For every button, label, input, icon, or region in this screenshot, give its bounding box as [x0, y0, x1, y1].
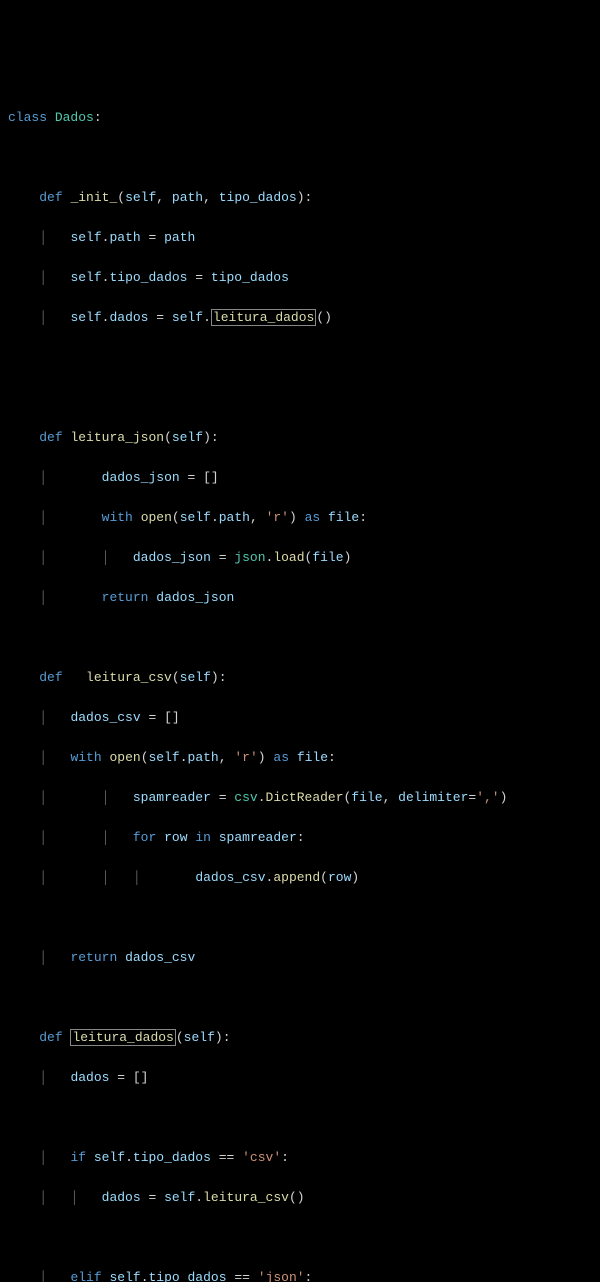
code-line	[8, 1228, 592, 1248]
code-line: │ with open(self.path, 'r') as file:	[8, 748, 592, 768]
code-line	[8, 908, 592, 928]
code-line: class Dados:	[8, 108, 592, 128]
code-line	[8, 348, 592, 368]
code-editor[interactable]: class Dados: def _init_(self, path, tipo…	[8, 88, 592, 1282]
code-line: │ dados_json = []	[8, 468, 592, 488]
code-line	[8, 628, 592, 648]
method-init: _init_	[70, 190, 117, 205]
method-leitura-csv: leitura_csv	[86, 670, 172, 685]
code-line: │ │ dados_json = json.load(file)	[8, 548, 592, 568]
code-line	[8, 148, 592, 168]
code-line: def _init_(self, path, tipo_dados):	[8, 188, 592, 208]
code-line: def leitura_json(self):	[8, 428, 592, 448]
code-line: def leitura_dados(self):	[8, 1028, 592, 1048]
code-line: │ self.path = path	[8, 228, 592, 248]
code-line	[8, 388, 592, 408]
code-line: │ dados = []	[8, 1068, 592, 1088]
code-line	[8, 1108, 592, 1128]
keyword-class: class	[8, 110, 47, 125]
code-line: │ with open(self.path, 'r') as file:	[8, 508, 592, 528]
code-line	[8, 988, 592, 1008]
code-line: │ │ │ dados_csv.append(row)	[8, 868, 592, 888]
code-line: │ │ for row in spamreader:	[8, 828, 592, 848]
code-line: │ return dados_json	[8, 588, 592, 608]
class-name: Dados	[55, 110, 94, 125]
code-line: │ elif self.tipo_dados == 'json':	[8, 1268, 592, 1282]
code-line: │ self.dados = self.leitura_dados()	[8, 308, 592, 328]
code-line: │ self.tipo_dados = tipo_dados	[8, 268, 592, 288]
code-line: │ │ spamreader = csv.DictReader(file, de…	[8, 788, 592, 808]
code-line: │ dados_csv = []	[8, 708, 592, 728]
highlighted-def: leitura_dados	[70, 1029, 175, 1046]
method-leitura-json: leitura_json	[70, 430, 164, 445]
code-line: │ return dados_csv	[8, 948, 592, 968]
code-line: def leitura_csv(self):	[8, 668, 592, 688]
code-line: │ if self.tipo_dados == 'csv':	[8, 1148, 592, 1168]
code-line: │ │ dados = self.leitura_csv()	[8, 1188, 592, 1208]
highlighted-call: leitura_dados	[211, 309, 316, 326]
